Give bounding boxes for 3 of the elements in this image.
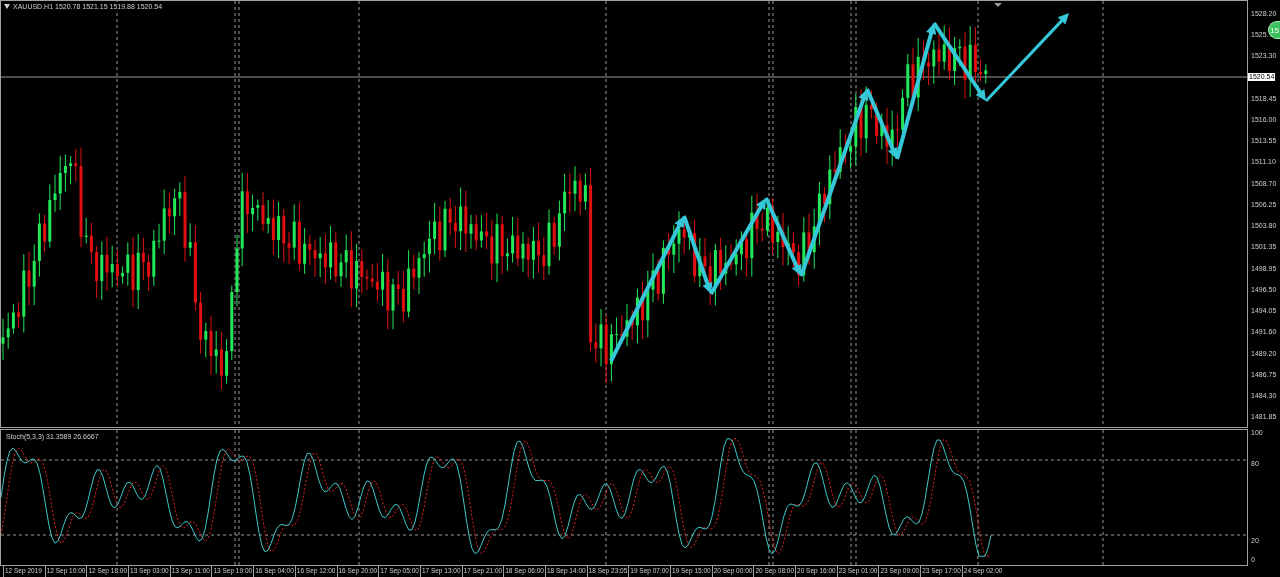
triangle-icon: [994, 3, 1002, 7]
dropdown-icon[interactable]: [4, 4, 10, 9]
trade-badge[interactable]: 15: [1268, 21, 1280, 39]
